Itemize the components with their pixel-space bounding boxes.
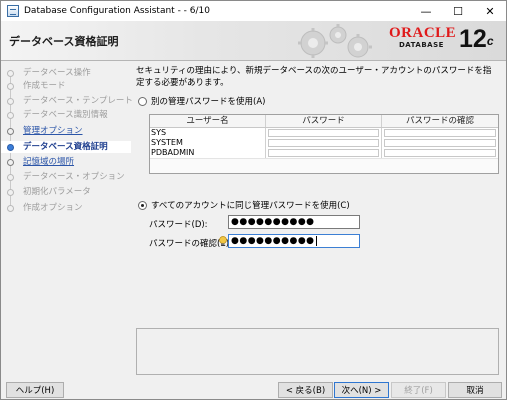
table-row: PDBADMIN [150,148,498,158]
step-creation-options: 作成オプション [1,202,131,214]
title-bar: Database Configuration Assistant - - 6/1… [1,1,506,21]
option-same-label: すべてのアカウントに同じ管理パスワードを使用(C) [151,201,350,211]
step-label: データベース資格証明 [23,142,108,152]
gears-icon [298,24,372,58]
back-button[interactable]: < 戻る(B) [278,382,333,398]
table-row: SYSTEM [150,138,498,148]
step-label[interactable]: 管理オプション [23,125,83,137]
step-management-options[interactable]: 管理オプション [1,125,131,137]
minimize-button[interactable]: — [410,1,442,21]
password-cell[interactable] [266,148,382,158]
help-button[interactable]: ヘルプ(H) [6,382,64,398]
step-dot-icon [7,98,14,105]
confirm-cell[interactable] [382,128,498,138]
table-row: SYS [150,128,498,138]
confirm-password-value: ●●●●●●●●●● [231,236,315,246]
steps-sidebar: データベース操作 作成モード データベース・テンプレート データベース識別情報 … [1,62,133,372]
step-label: 初期化パラメータ [23,187,91,197]
option-separate-passwords[interactable]: 別の管理パスワードを使用(A) [138,95,265,107]
step-label: データベース・オプション [23,172,125,182]
finish-button[interactable]: 終了(F) [391,382,446,398]
step-database-identification: データベース識別情報 [1,109,131,121]
version-number: 12 [459,25,487,53]
radio-button-checked-icon[interactable] [138,200,147,210]
step-label: データベース操作 [23,68,91,78]
close-button[interactable]: ✕ [474,1,506,21]
radio-button-icon[interactable] [138,96,147,106]
step-database-options: データベース・オプション [1,171,131,183]
step-label: 作成オプション [23,203,83,213]
oracle-product-name: DATABASE [399,41,444,49]
step-dot-icon [7,159,14,166]
next-button[interactable]: 次へ(N) > [334,382,389,398]
step-label: 作成モード [23,81,66,91]
option-separate-label: 別の管理パスワードを使用(A) [151,97,266,107]
intro-text: セキュリティの理由により、新規データベースの次のユーザー・アカウントのパスワード… [136,66,492,88]
database-app-icon [7,5,19,17]
password-label: パスワード(D): [149,220,208,230]
step-dot-icon [7,189,14,196]
step-database-operation: データベース操作 [1,67,131,79]
window-title: Database Configuration Assistant - - 6/1… [24,6,210,16]
step-dot-icon [7,83,14,90]
step-database-credentials[interactable]: データベース資格証明 [1,141,131,153]
step-dot-icon [7,70,14,77]
option-same-password[interactable]: すべてのアカウントに同じ管理パスワードを使用(C) [138,199,350,211]
lightbulb-hint-icon [219,236,227,246]
step-label: データベース・テンプレート [23,96,133,106]
step-dot-icon [7,205,14,212]
confirm-cell[interactable] [382,138,498,148]
step-label: データベース識別情報 [23,110,108,120]
step-storage-location[interactable]: 記憶域の場所 [1,156,131,168]
username-cell: SYSTEM [150,138,266,148]
step-dot-icon [7,174,14,181]
step-dot-icon [7,128,14,135]
step-dot-icon [7,112,14,119]
column-header-username: ユーザー名 [150,115,266,127]
page-title: データベース資格証明 [9,35,119,48]
username-cell: PDBADMIN [150,148,266,158]
oracle-brand-name: ORACLE [389,25,457,41]
header-banner: データベース資格証明 ORACLE DATABASE 12c [1,21,506,61]
grid-empty-area [150,158,498,173]
column-header-confirm: パスワードの確認 [405,116,474,126]
version-suffix: c [486,34,494,48]
step-database-template: データベース・テンプレート [1,95,133,107]
step-initialization-parameters: 初期化パラメータ [1,186,131,198]
dbca-window: Database Configuration Assistant - - 6/1… [0,0,507,400]
oracle-logo: ORACLE DATABASE [389,25,457,55]
user-password-grid: ユーザー名 パスワード パスワードの確認 SYS SYSTEM PDBADMIN [149,114,499,174]
column-header-password: パスワード [266,115,382,127]
username-cell: SYS [150,128,266,138]
maximize-button[interactable]: ☐ [442,1,474,21]
text-caret [315,235,317,246]
step-label[interactable]: 記憶域の場所 [23,156,74,168]
footer-buttons: ヘルプ(H) < 戻る(B) 次へ(N) > 終了(F) 取消 [1,377,506,399]
step-dot-active-icon [7,144,14,151]
main-content: セキュリティの理由により、新規データベースの次のユーザー・アカウントのパスワード… [136,62,502,375]
grid-header: ユーザー名 パスワード パスワードの確認 [150,115,498,128]
version-badge: 12c [459,24,494,54]
message-panel [136,328,499,375]
password-cell[interactable] [266,128,382,138]
cancel-button[interactable]: 取消 [448,382,502,398]
window-controls: — ☐ ✕ [410,1,506,21]
confirm-cell[interactable] [382,148,498,158]
password-cell[interactable] [266,138,382,148]
step-creation-mode: 作成モード [1,80,131,92]
confirm-password-input[interactable]: ●●●●●●●●●● [228,234,360,248]
password-input[interactable]: ●●●●●●●●●● [228,215,360,229]
